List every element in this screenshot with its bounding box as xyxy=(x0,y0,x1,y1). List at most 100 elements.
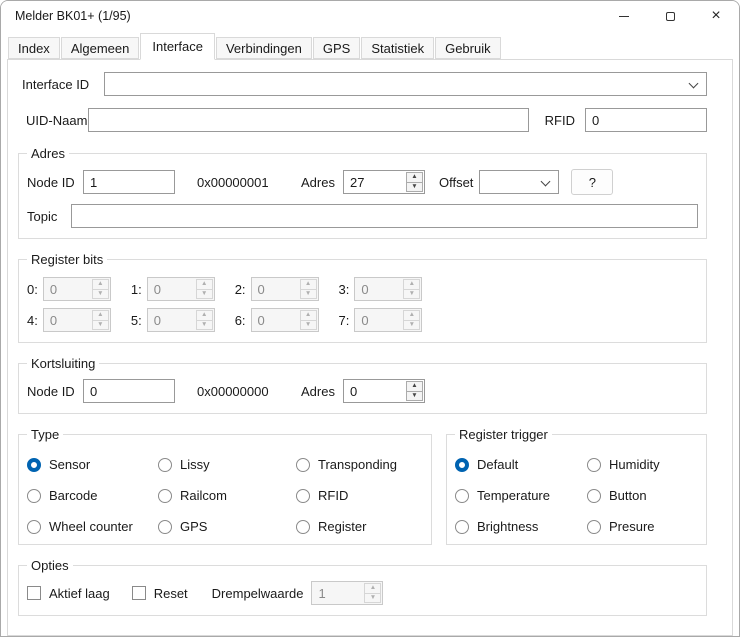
radio-icon xyxy=(296,489,310,503)
type-group: Type Sensor Lissy Transponding Barcode R… xyxy=(18,427,432,545)
bit-3: 3: ▲▼ xyxy=(339,277,423,301)
kortsluiting-node-id-input[interactable] xyxy=(83,379,175,403)
radio-register[interactable]: Register xyxy=(296,519,423,534)
bit-0-spinner-input xyxy=(44,278,91,300)
bit-6-spinner-input xyxy=(252,309,299,331)
radio-barcode[interactable]: Barcode xyxy=(27,488,158,503)
node-id-input[interactable] xyxy=(83,170,175,194)
drempelwaarde-spinner-input xyxy=(312,582,363,604)
window-title: Melder BK01+ (1/95) xyxy=(15,9,131,23)
tab-index[interactable]: Index xyxy=(8,37,60,59)
radio-sensor[interactable]: Sensor xyxy=(27,457,158,472)
topic-input[interactable] xyxy=(71,204,698,228)
bit-7-spinner: ▲▼ xyxy=(354,308,422,332)
dialog-window: Melder BK01+ (1/95) × Index Algemeen Int… xyxy=(0,0,740,637)
spin-up-icon: ▲ xyxy=(365,584,380,594)
radio-icon xyxy=(158,458,172,472)
node-id-hex: 0x00000001 xyxy=(197,175,289,190)
bit-6-spinner-buttons: ▲▼ xyxy=(300,310,317,330)
tab-gebruik[interactable]: Gebruik xyxy=(435,37,501,59)
bit-5-label: 5: xyxy=(131,313,142,328)
opties-title: Opties xyxy=(27,558,73,573)
kortsluiting-adres-spinner-input[interactable] xyxy=(344,380,405,402)
kortsluiting-adres-spinner[interactable]: ▲ ▼ xyxy=(343,379,425,403)
radio-default[interactable]: Default xyxy=(455,457,587,472)
node-id-label: Node ID xyxy=(27,175,83,190)
radio-railcom[interactable]: Railcom xyxy=(158,488,296,503)
checkbox-aktief-laag[interactable]: Aktief laag xyxy=(27,586,110,601)
bit-5-spinner-buttons: ▲▼ xyxy=(196,310,213,330)
spin-down-icon: ▼ xyxy=(301,290,316,299)
radio-icon xyxy=(158,489,172,503)
drempelwaarde-spinner-buttons: ▲ ▼ xyxy=(364,583,381,603)
radio-lissy[interactable]: Lissy xyxy=(158,457,296,472)
radio-label: Humidity xyxy=(609,457,660,472)
spin-up-icon: ▲ xyxy=(404,311,419,321)
checkbox-icon xyxy=(132,586,146,600)
bit-0: 0: ▲▼ xyxy=(27,277,111,301)
tab-interface[interactable]: Interface xyxy=(140,33,215,60)
adres-spinner[interactable]: ▲ ▼ xyxy=(343,170,425,194)
offset-combobox[interactable] xyxy=(479,170,559,194)
radio-label: Lissy xyxy=(180,457,210,472)
radio-temperature[interactable]: Temperature xyxy=(455,488,587,503)
offset-label: Offset xyxy=(439,175,473,190)
bit-3-spinner: ▲▼ xyxy=(354,277,422,301)
radio-gps[interactable]: GPS xyxy=(158,519,296,534)
spin-up-icon: ▲ xyxy=(93,280,108,290)
radio-rfid[interactable]: RFID xyxy=(296,488,423,503)
tab-gps[interactable]: GPS xyxy=(313,37,360,59)
spin-down-icon[interactable]: ▼ xyxy=(407,392,422,401)
radio-label: Button xyxy=(609,488,647,503)
register-trigger-group: Register trigger Default Humidity Temper… xyxy=(446,427,707,545)
radio-label: Register xyxy=(318,519,366,534)
bit-2-spinner: ▲▼ xyxy=(251,277,319,301)
uid-naam-input[interactable] xyxy=(88,108,529,132)
kortsluiting-group: Kortsluiting Node ID 0x00000000 Adres ▲ … xyxy=(18,356,707,414)
adres-group-title: Adres xyxy=(27,146,69,161)
radio-button[interactable]: Button xyxy=(587,488,698,503)
spin-up-icon[interactable]: ▲ xyxy=(407,173,422,183)
rfid-input[interactable] xyxy=(585,108,707,132)
maximize-button[interactable] xyxy=(647,1,693,31)
radio-humidity[interactable]: Humidity xyxy=(587,457,698,472)
close-button[interactable]: × xyxy=(693,1,739,31)
spin-down-icon: ▼ xyxy=(365,594,380,603)
bit-4-label: 4: xyxy=(27,313,38,328)
tab-algemeen[interactable]: Algemeen xyxy=(61,37,140,59)
tab-page-interface: Interface ID UID-Naam RFID Adres Node ID… xyxy=(7,59,733,636)
kortsluiting-spinner-buttons: ▲ ▼ xyxy=(406,381,423,401)
tab-verbindingen[interactable]: Verbindingen xyxy=(216,37,312,59)
radio-wheel-counter[interactable]: Wheel counter xyxy=(27,519,158,534)
spin-up-icon: ▲ xyxy=(301,311,316,321)
radio-label: GPS xyxy=(180,519,207,534)
bit-7-spinner-input xyxy=(355,309,402,331)
bit-4: 4: ▲▼ xyxy=(27,308,111,332)
spin-up-icon: ▲ xyxy=(197,280,212,290)
spin-up-icon[interactable]: ▲ xyxy=(407,382,422,392)
kortsluiting-row: Node ID 0x00000000 Adres ▲ ▼ xyxy=(27,379,698,403)
radio-icon xyxy=(296,520,310,534)
uid-row: UID-Naam RFID xyxy=(18,108,707,132)
opties-group: Opties Aktief laag Reset Drempelwaarde ▲… xyxy=(18,558,707,616)
adres-spinner-input[interactable] xyxy=(344,171,405,193)
checkbox-reset[interactable]: Reset xyxy=(132,586,188,601)
radio-presure[interactable]: Presure xyxy=(587,519,698,534)
tab-statistiek[interactable]: Statistiek xyxy=(361,37,434,59)
radio-brightness[interactable]: Brightness xyxy=(455,519,587,534)
bit-1-spinner-input xyxy=(148,278,195,300)
register-bits-title: Register bits xyxy=(27,252,107,267)
spin-down-icon: ▼ xyxy=(197,290,212,299)
help-question-button[interactable]: ? xyxy=(571,169,613,195)
bit-6: 6: ▲▼ xyxy=(235,308,319,332)
interface-id-combobox[interactable] xyxy=(104,72,707,96)
minimize-button[interactable] xyxy=(601,1,647,31)
bit-6-spinner: ▲▼ xyxy=(251,308,319,332)
radio-label: Presure xyxy=(609,519,655,534)
kortsluiting-adres-label: Adres xyxy=(301,384,335,399)
radio-icon xyxy=(587,458,601,472)
titlebar: Melder BK01+ (1/95) × xyxy=(1,1,739,31)
radio-icon xyxy=(587,489,601,503)
spin-down-icon[interactable]: ▼ xyxy=(407,183,422,192)
radio-transponding[interactable]: Transponding xyxy=(296,457,423,472)
